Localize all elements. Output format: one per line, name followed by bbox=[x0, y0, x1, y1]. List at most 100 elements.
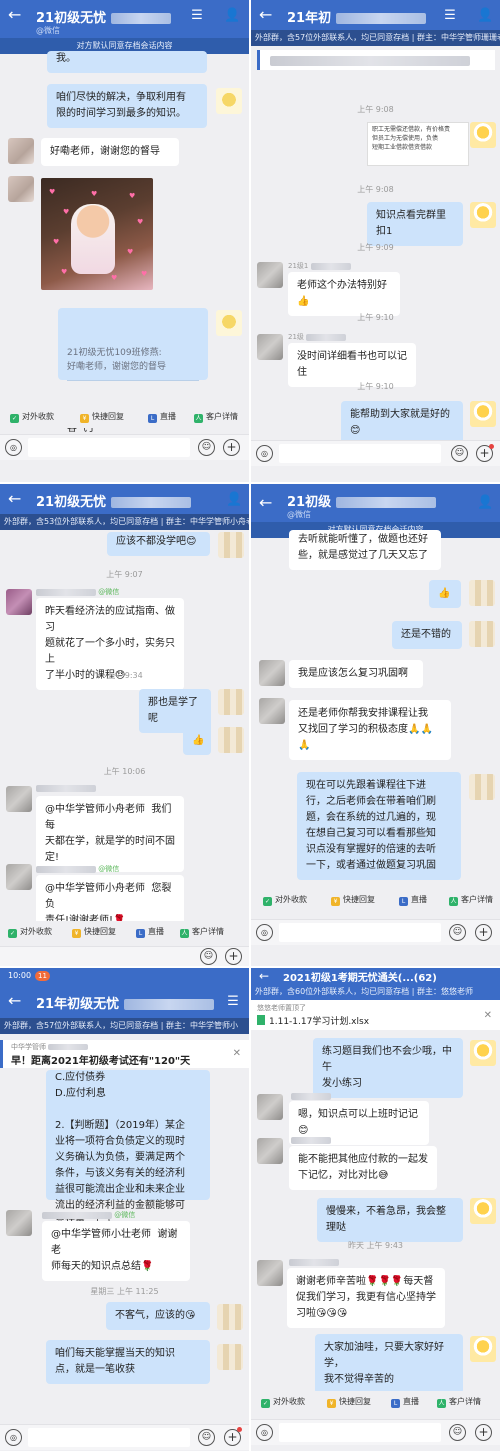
avatar[interactable] bbox=[8, 176, 34, 202]
emoji-icon[interactable]: ☺ bbox=[200, 948, 217, 965]
avatar[interactable] bbox=[6, 786, 32, 812]
avatar[interactable] bbox=[6, 864, 32, 890]
quick-reply-button[interactable]: ¥ 快捷回复 bbox=[327, 1395, 371, 1409]
avatar[interactable] bbox=[470, 401, 496, 427]
voice-icon[interactable]: ◎ bbox=[256, 924, 273, 941]
avatar[interactable] bbox=[259, 660, 285, 686]
avatar[interactable] bbox=[470, 1198, 496, 1224]
filter-icon[interactable]: ☰ bbox=[443, 9, 457, 23]
pinned-message[interactable]: 中华学管师 早！距离2021年初级考试还有"120"天 ✕ bbox=[0, 1040, 249, 1068]
message-bubble[interactable]: 去听就能听懂了，做题也还好 些，就是感觉过了几天又忘了 bbox=[289, 530, 441, 570]
avatar[interactable] bbox=[257, 262, 283, 288]
voice-icon[interactable]: ◎ bbox=[256, 1424, 273, 1441]
message-bubble[interactable]: C.应付债券 D.应付利息 2.【判断题】（2019年）某企 业将一项符合负债定… bbox=[46, 1070, 210, 1227]
avatar[interactable] bbox=[216, 88, 242, 114]
document-image-message[interactable]: 职工无需偿还借款，有价格责 但员工为无偿使用，负债 短期工业借款借资借款 bbox=[367, 122, 469, 166]
emoji-icon[interactable]: ☺ bbox=[449, 1424, 466, 1441]
avatar[interactable] bbox=[470, 1040, 496, 1066]
pinned-image-strip[interactable] bbox=[257, 50, 495, 70]
user-icon[interactable]: 👤 bbox=[477, 9, 493, 23]
message-input[interactable] bbox=[279, 444, 441, 463]
avatar[interactable] bbox=[216, 310, 242, 336]
live-button[interactable]: L 直播 bbox=[399, 893, 427, 907]
message-bubble[interactable]: 慢慢来，不着急昂，我会整理哒 bbox=[317, 1198, 463, 1242]
emoji-icon[interactable]: ☺ bbox=[198, 439, 215, 456]
live-button[interactable]: L 直播 bbox=[148, 410, 176, 424]
avatar[interactable] bbox=[469, 621, 495, 647]
menu-icon[interactable]: ☰ bbox=[226, 995, 240, 1009]
quick-reply-button[interactable]: ¥ 快捷回复 bbox=[72, 925, 116, 939]
avatar[interactable] bbox=[218, 689, 244, 715]
voice-icon[interactable]: ◎ bbox=[5, 439, 22, 456]
message-bubble[interactable]: 练习题目我们也不会少哦，中午 发小练习 bbox=[313, 1038, 463, 1098]
avatar[interactable] bbox=[217, 1304, 243, 1330]
avatar[interactable] bbox=[217, 1344, 243, 1370]
message-bubble[interactable]: 好嘞老师，谢谢您的督导 bbox=[41, 138, 179, 166]
quick-reply-button[interactable]: ¥ 快捷回复 bbox=[331, 893, 375, 907]
avatar[interactable] bbox=[469, 580, 495, 606]
message-bubble[interactable]: 能不能把其他应付款的一起发 下记忆，对比对比😅 bbox=[289, 1146, 437, 1190]
plus-icon[interactable]: + bbox=[475, 1424, 492, 1441]
user-icon[interactable]: 👤 bbox=[224, 9, 240, 23]
avatar[interactable] bbox=[469, 774, 495, 800]
avatar[interactable] bbox=[470, 122, 496, 148]
message-bubble[interactable]: 能帮助到大家就是好的😊 bbox=[341, 401, 463, 445]
emoji-icon[interactable]: ☺ bbox=[198, 1429, 215, 1446]
message-input[interactable] bbox=[279, 923, 441, 942]
back-arrow-icon[interactable]: ← bbox=[259, 968, 269, 985]
collect-payment-button[interactable]: ✓ 对外收款 bbox=[261, 1395, 305, 1409]
collect-payment-button[interactable]: ✓ 对外收款 bbox=[10, 410, 54, 424]
message-bubble[interactable]: 还是老师你帮我安排课程让我 又找回了学习的积极态度🙏🙏 🙏 bbox=[289, 700, 451, 760]
plus-icon[interactable]: + bbox=[475, 924, 492, 941]
back-arrow-icon[interactable]: ← bbox=[8, 6, 21, 24]
emoji-icon[interactable]: ☺ bbox=[449, 924, 466, 941]
plus-icon[interactable]: + bbox=[225, 948, 242, 965]
message-bubble[interactable]: 谢谢老师辛苦啦🌹🌹🌹每天督 促我们学习，我更有信心坚持学 习啦😘😘😘 bbox=[287, 1268, 445, 1328]
message-bubble[interactable]: 还是不错的 bbox=[392, 621, 462, 649]
avatar[interactable] bbox=[259, 698, 285, 724]
photo-message[interactable]: ♥ ♥ ♥ ♥ ♥ ♥ ♥ ♥ ♥ ♥ bbox=[41, 178, 153, 290]
message-bubble[interactable]: 老师这个办法特别好👍 bbox=[288, 272, 400, 316]
avatar[interactable] bbox=[470, 1336, 496, 1362]
voice-icon[interactable]: ◎ bbox=[5, 1429, 22, 1446]
message-bubble[interactable]: @中华学管师小壮老师 谢谢老 师每天的知识点总结🌹 bbox=[42, 1221, 190, 1281]
avatar[interactable] bbox=[257, 334, 283, 360]
message-input[interactable] bbox=[279, 1423, 441, 1442]
filter-icon[interactable]: ☰ bbox=[190, 9, 204, 23]
close-icon[interactable]: ✕ bbox=[233, 1048, 241, 1059]
back-arrow-icon[interactable]: ← bbox=[8, 992, 21, 1010]
user-icon[interactable]: 👤 bbox=[477, 496, 493, 510]
message-bubble[interactable]: 现在可以先跟着课程往下进 行，之后老师会在带着咱们刷 题，会在系统的过几遍的，现… bbox=[297, 772, 461, 880]
voice-icon[interactable]: ◎ bbox=[256, 445, 273, 462]
quick-reply-button[interactable]: ¥ 快捷回复 bbox=[80, 410, 124, 424]
back-arrow-icon[interactable]: ← bbox=[8, 490, 21, 508]
message-input[interactable] bbox=[28, 1428, 190, 1447]
message-bubble[interactable]: 👍 bbox=[183, 727, 211, 755]
back-arrow-icon[interactable]: ← bbox=[259, 6, 272, 24]
close-icon[interactable]: ✕ bbox=[484, 1010, 492, 1021]
message-bubble[interactable]: 咱们尽快的解决，争取利用有 限的时间学习到最多的知识。 bbox=[47, 84, 207, 128]
message-bubble[interactable]: 知识点看完群里扣1 bbox=[367, 202, 463, 246]
message-bubble[interactable]: 不客气，应该的😘 bbox=[106, 1302, 210, 1330]
message-bubble[interactable]: 我。 bbox=[47, 51, 207, 73]
back-arrow-icon[interactable]: ← bbox=[259, 494, 272, 512]
collect-payment-button[interactable]: ✓ 对外收款 bbox=[8, 925, 52, 939]
message-bubble[interactable]: @中华学管师小舟老师 我们每 天都在学，就是学的时间不固 定! bbox=[36, 796, 184, 872]
customer-details-button[interactable]: 人客户详情 bbox=[194, 410, 238, 424]
customer-details-button[interactable]: 人客户详情 bbox=[437, 1395, 481, 1409]
avatar[interactable] bbox=[257, 1138, 283, 1164]
customer-details-button[interactable]: 人客户详情 bbox=[449, 893, 493, 907]
message-bubble[interactable]: 大家加油哇，只要大家好好学， 我不觉得辛苦的 bbox=[315, 1334, 463, 1394]
user-icon[interactable]: 👤 bbox=[226, 493, 242, 507]
pinned-file[interactable]: 悠悠老师置顶了 1.11-1.17学习计划.xlsx ✕ bbox=[251, 1000, 500, 1030]
message-bubble[interactable]: 应该不都没学吧😊 bbox=[107, 532, 210, 556]
plus-icon[interactable]: + bbox=[223, 439, 240, 456]
avatar[interactable] bbox=[470, 202, 496, 228]
live-button[interactable]: L 直播 bbox=[136, 925, 164, 939]
collect-payment-button[interactable]: ✓ 对外收款 bbox=[263, 893, 307, 907]
avatar[interactable] bbox=[8, 138, 34, 164]
avatar[interactable] bbox=[6, 589, 32, 615]
message-bubble[interactable]: 👍 bbox=[429, 580, 461, 608]
live-button[interactable]: L 直播 bbox=[391, 1395, 419, 1409]
avatar[interactable] bbox=[218, 532, 244, 558]
